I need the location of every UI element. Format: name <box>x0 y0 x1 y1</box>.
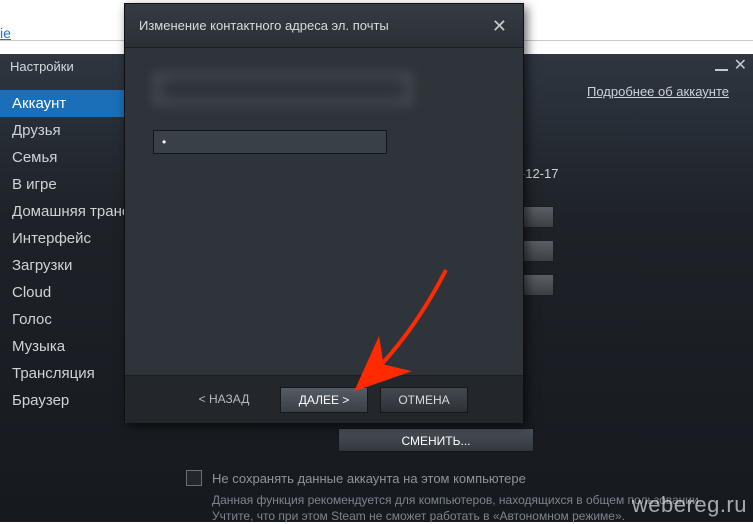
external-link-fragment[interactable]: іе <box>0 25 11 41</box>
minimize-icon[interactable] <box>715 69 728 71</box>
change-email-dialog: Изменение контактного адреса эл. почты ✕… <box>124 3 524 423</box>
dont-save-label: Не сохранять данные аккаунта на этом ком… <box>212 471 526 486</box>
close-icon[interactable]: ✕ <box>734 58 747 74</box>
close-icon[interactable]: ✕ <box>486 15 513 37</box>
account-details-link[interactable]: Подробнее об аккаунте <box>587 84 729 99</box>
watermark: webereg.ru <box>632 492 747 518</box>
cancel-button[interactable]: ОТМЕНА <box>380 387 468 413</box>
email-input[interactable] <box>153 130 387 154</box>
next-button[interactable]: ДАЛЕЕ > <box>280 387 368 413</box>
dialog-titlebar: Изменение контактного адреса эл. почты ✕ <box>125 4 523 48</box>
redacted-text <box>153 72 413 106</box>
change-button[interactable]: СМЕНИТЬ... <box>338 428 534 452</box>
window-controls: ✕ <box>715 58 747 74</box>
dialog-body <box>125 48 523 374</box>
dialog-footer: < НАЗАД ДАЛЕЕ > ОТМЕНА <box>125 375 523 423</box>
back-button[interactable]: < НАЗАД <box>180 387 268 413</box>
settings-title: Настройки <box>10 59 74 74</box>
dont-save-checkbox[interactable] <box>186 470 202 486</box>
date-fragment: і-12-17 <box>518 166 558 181</box>
dont-save-row: Не сохранять данные аккаунта на этом ком… <box>186 470 526 486</box>
dialog-title: Изменение контактного адреса эл. почты <box>139 18 389 33</box>
